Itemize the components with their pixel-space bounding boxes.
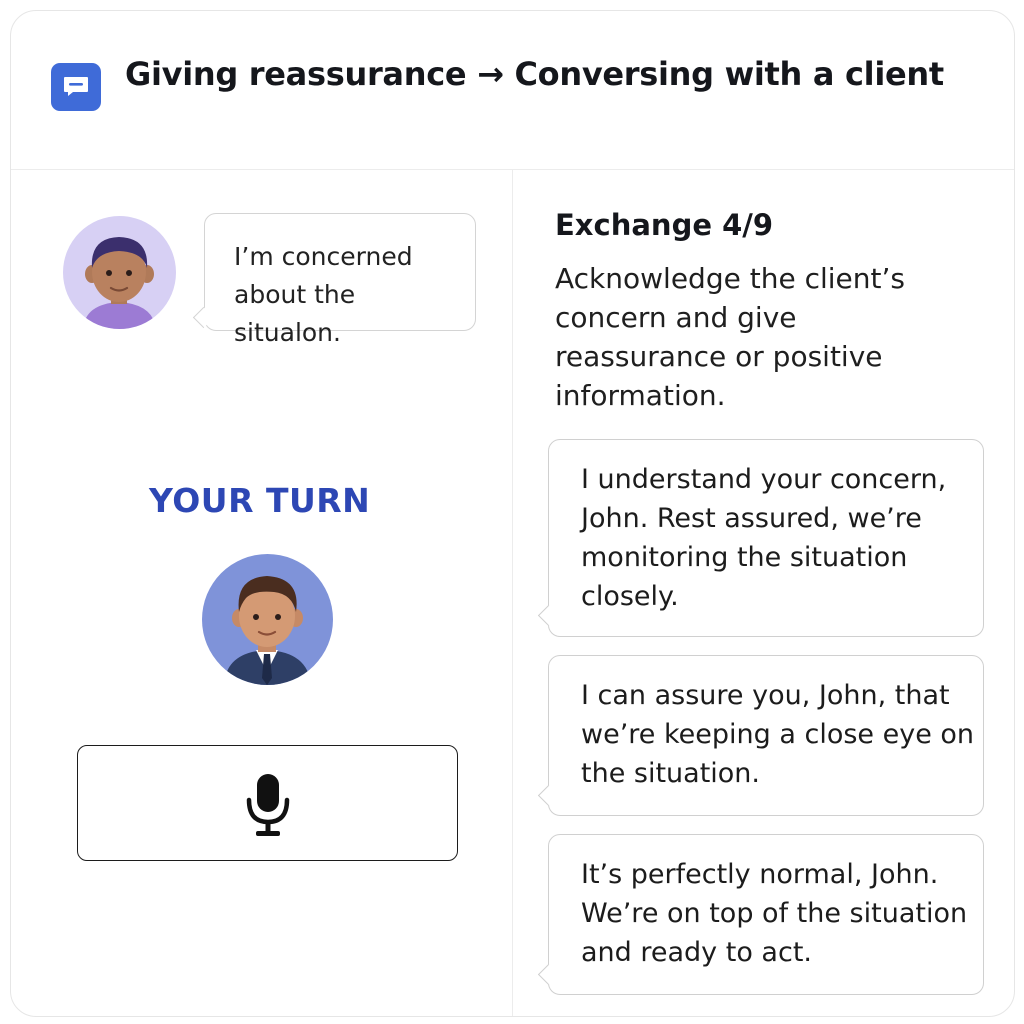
response-option-text: I understand your concern, John. Rest as… [581, 464, 947, 612]
response-option[interactable]: It’s perfectly normal, John. We’re on to… [537, 834, 984, 995]
record-answer-button[interactable] [77, 745, 458, 861]
client-message-bubble: I’m concerned about the situalon. [192, 213, 476, 347]
microphone-icon [246, 774, 290, 836]
conversation-card: Giving reassurance → Conversing with a c… [10, 10, 1015, 1017]
page-title: Giving reassurance → Conversing with a c… [125, 55, 944, 93]
header: Giving reassurance → Conversing with a c… [11, 11, 1014, 170]
instruction-text: Acknowledge the client’s concern and giv… [555, 262, 905, 412]
response-option-text: I can assure you, John, that we’re keepi… [581, 680, 975, 789]
client-avatar [63, 216, 176, 329]
your-turn-label: YOUR TURN [149, 481, 371, 520]
response-option[interactable]: I can assure you, John, that we’re keepi… [537, 655, 984, 816]
response-option[interactable]: I understand your concern, John. Rest as… [537, 439, 984, 637]
user-avatar [202, 554, 333, 685]
exchange-counter: Exchange 4/9 [555, 208, 774, 242]
panel-divider [512, 170, 513, 1016]
chat-bubble-icon [51, 63, 101, 111]
client-message-text: I’m concerned about the situalon. [234, 242, 413, 347]
response-option-text: It’s perfectly normal, John. We’re on to… [581, 859, 968, 968]
